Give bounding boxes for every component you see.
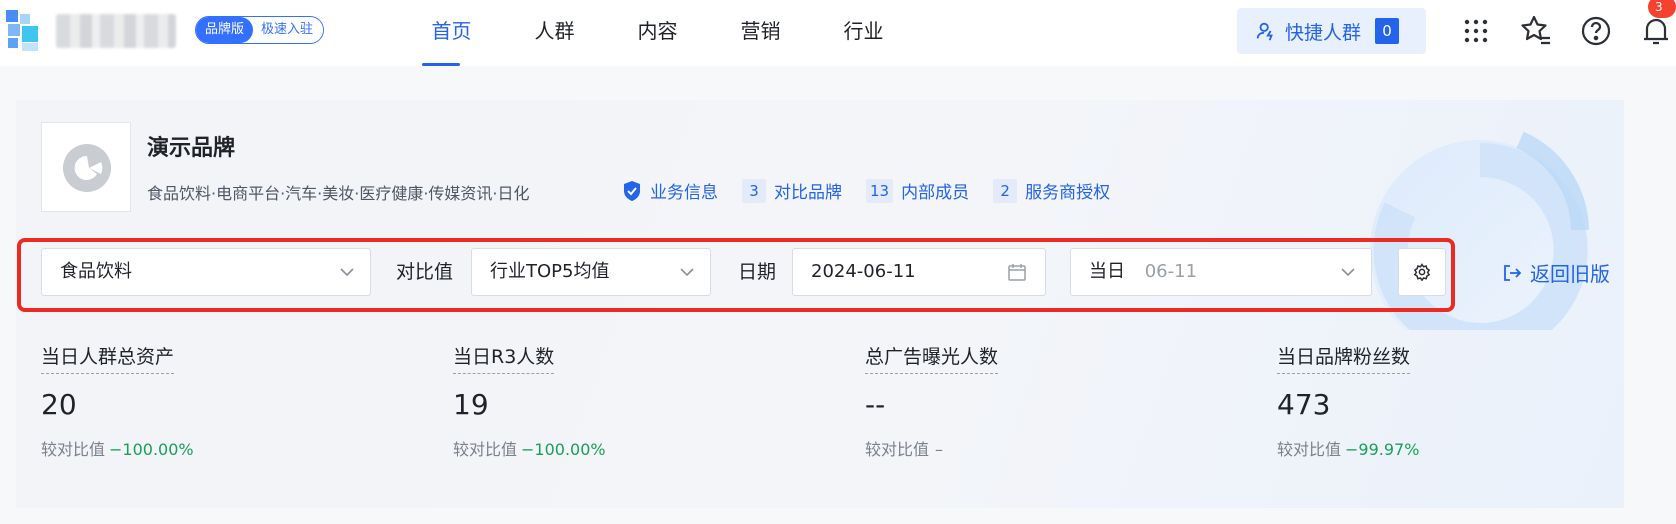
exit-arrow-icon [1504, 264, 1522, 281]
nav-item-crowd[interactable]: 人群 [503, 0, 606, 66]
brand-name: 演示品牌 [147, 136, 236, 161]
metric-card-fans: 当日品牌粉丝数 473 较对比值 −99.97% [1277, 342, 1637, 460]
compare-brands-label: 对比品牌 [774, 183, 842, 203]
app-logo[interactable] [6, 10, 46, 52]
account-name-blurred [56, 14, 176, 48]
brand-logo [41, 122, 131, 212]
edition-switch[interactable]: 品牌版 极速入驻 [195, 16, 325, 44]
date-picker[interactable]: 2024-06-11 [792, 248, 1046, 296]
metric-label[interactable]: 当日R3人数 [453, 342, 555, 374]
business-info-link[interactable]: 业务信息 [622, 178, 718, 203]
edition-secondary-label[interactable]: 极速入驻 [253, 17, 324, 43]
metric-label[interactable]: 总广告曝光人数 [865, 342, 999, 374]
industry-select[interactable]: 食品饮料 [41, 248, 371, 296]
period-select[interactable]: 当日 06-11 [1070, 248, 1372, 296]
gear-icon [1413, 263, 1431, 281]
compare-select-value: 行业TOP5均值 [490, 261, 610, 282]
internal-members-count: 13 [866, 178, 894, 203]
metric-compare-value: −100.00% [109, 440, 194, 459]
service-auth-link[interactable]: 2 服务商授权 [993, 178, 1110, 203]
industry-select-value: 食品饮料 [60, 261, 132, 282]
nav-item-content[interactable]: 内容 [606, 0, 709, 66]
settings-button[interactable] [1398, 248, 1446, 296]
date-label: 日期 [738, 261, 777, 283]
metric-compare-label: 较对比值 [41, 440, 106, 459]
bell-icon[interactable] [1639, 14, 1673, 48]
star-list-icon[interactable] [1519, 14, 1553, 48]
edition-primary-label[interactable]: 品牌版 [196, 17, 254, 43]
apps-grid-icon[interactable] [1459, 14, 1493, 48]
metric-value: -- [865, 388, 886, 421]
metric-compare: 较对比值 −100.00% [453, 436, 813, 460]
metric-compare-label: 较对比值 [865, 440, 930, 459]
internal-members-link[interactable]: 13 内部成员 [866, 178, 969, 203]
compare-brands-link[interactable]: 3 对比品牌 [742, 178, 842, 203]
metric-compare-value: −99.97% [1345, 440, 1420, 459]
back-to-old-version-link[interactable]: 返回旧版 [1502, 258, 1610, 287]
internal-members-label: 内部成员 [901, 183, 970, 203]
calendar-icon [1008, 264, 1026, 281]
back-old-label: 返回旧版 [1530, 262, 1610, 286]
compare-brands-count: 3 [742, 178, 766, 203]
chevron-down-icon [340, 268, 354, 277]
business-info-label: 业务信息 [650, 183, 718, 203]
service-auth-count: 2 [993, 178, 1018, 203]
metric-card-ad-exposure: 总广告曝光人数 -- 较对比值 – [865, 342, 1225, 460]
chevron-down-icon [680, 268, 694, 277]
nav-item-home[interactable]: 首页 [400, 0, 503, 66]
metric-card-r3: 当日R3人数 19 较对比值 −100.00% [453, 342, 813, 460]
metric-label[interactable]: 当日人群总资产 [41, 342, 175, 374]
main-nav: 首页 人群 内容 营销 行业 [400, 0, 915, 66]
compare-select[interactable]: 行业TOP5均值 [471, 248, 711, 296]
metric-compare: 较对比值 −99.97% [1277, 436, 1637, 460]
user-lightning-icon [1256, 22, 1273, 41]
metric-compare-label: 较对比值 [1277, 440, 1342, 459]
metric-compare-label: 较对比值 [453, 440, 518, 459]
metric-value: 19 [453, 388, 489, 421]
service-auth-label: 服务商授权 [1025, 183, 1111, 203]
chevron-down-icon [1341, 268, 1355, 277]
metric-value: 473 [1277, 388, 1331, 421]
brand-info-links: 业务信息 3 对比品牌 13 内部成员 2 服务商授权 [622, 178, 1134, 203]
date-picker-value: 2024-06-11 [811, 261, 916, 282]
brand-placeholder-icon [63, 144, 111, 192]
metric-value: 20 [41, 388, 77, 421]
quick-crowd-label: 快捷人群 [1285, 21, 1362, 44]
notification-badge: 3 [1648, 0, 1676, 18]
period-value: 06-11 [1144, 261, 1198, 282]
shield-check-icon [624, 180, 640, 201]
metric-compare-value: −100.00% [521, 440, 606, 459]
nav-item-marketing[interactable]: 营销 [709, 0, 812, 66]
metric-compare: 较对比值 −100.00% [41, 436, 401, 460]
top-navigation-bar: 品牌版 极速入驻 首页 人群 内容 营销 行业 快捷人群 0 3 [0, 0, 1676, 66]
help-icon[interactable] [1579, 14, 1613, 48]
metric-compare: 较对比值 – [865, 436, 1225, 460]
period-prefix: 当日 [1089, 261, 1125, 282]
compare-label: 对比值 [396, 261, 454, 283]
metric-card-total-assets: 当日人群总资产 20 较对比值 −100.00% [41, 342, 401, 460]
quick-crowd-button[interactable]: 快捷人群 0 [1237, 8, 1426, 54]
metric-compare-value: – [935, 440, 944, 459]
quick-crowd-count: 0 [1375, 18, 1400, 44]
metric-label[interactable]: 当日品牌粉丝数 [1277, 342, 1411, 374]
brand-categories: 食品饮料·电商平台·汽车·美妆·医疗健康·传媒资讯·日化 [147, 184, 530, 203]
nav-item-industry[interactable]: 行业 [812, 0, 915, 66]
